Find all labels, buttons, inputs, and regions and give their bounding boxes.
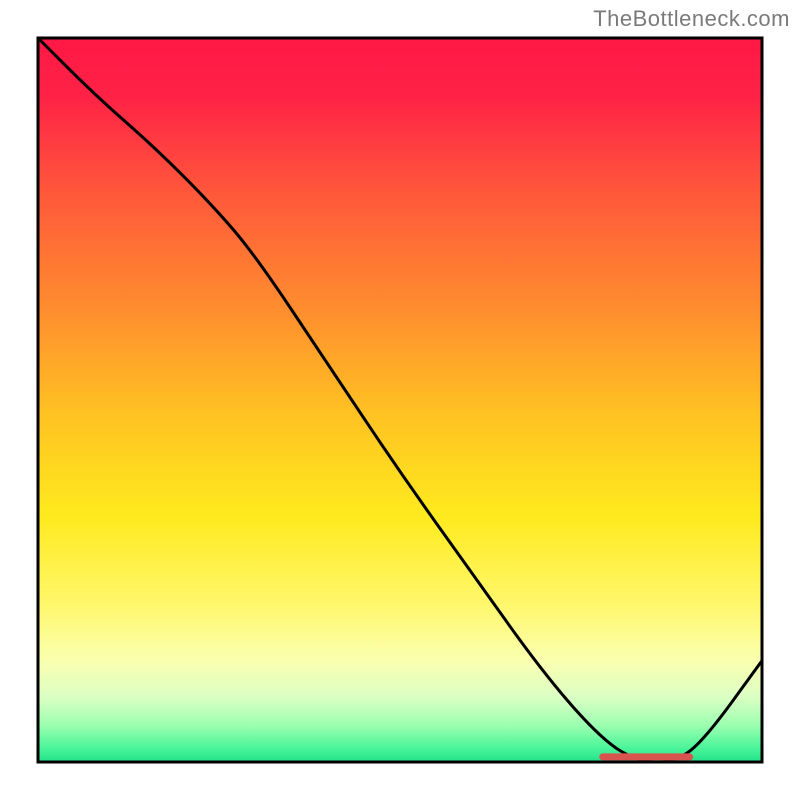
plot-background [38, 38, 762, 762]
bottleneck-chart [0, 0, 800, 800]
watermark-text: TheBottleneck.com [593, 6, 790, 32]
chart-container: TheBottleneck.com [0, 0, 800, 800]
